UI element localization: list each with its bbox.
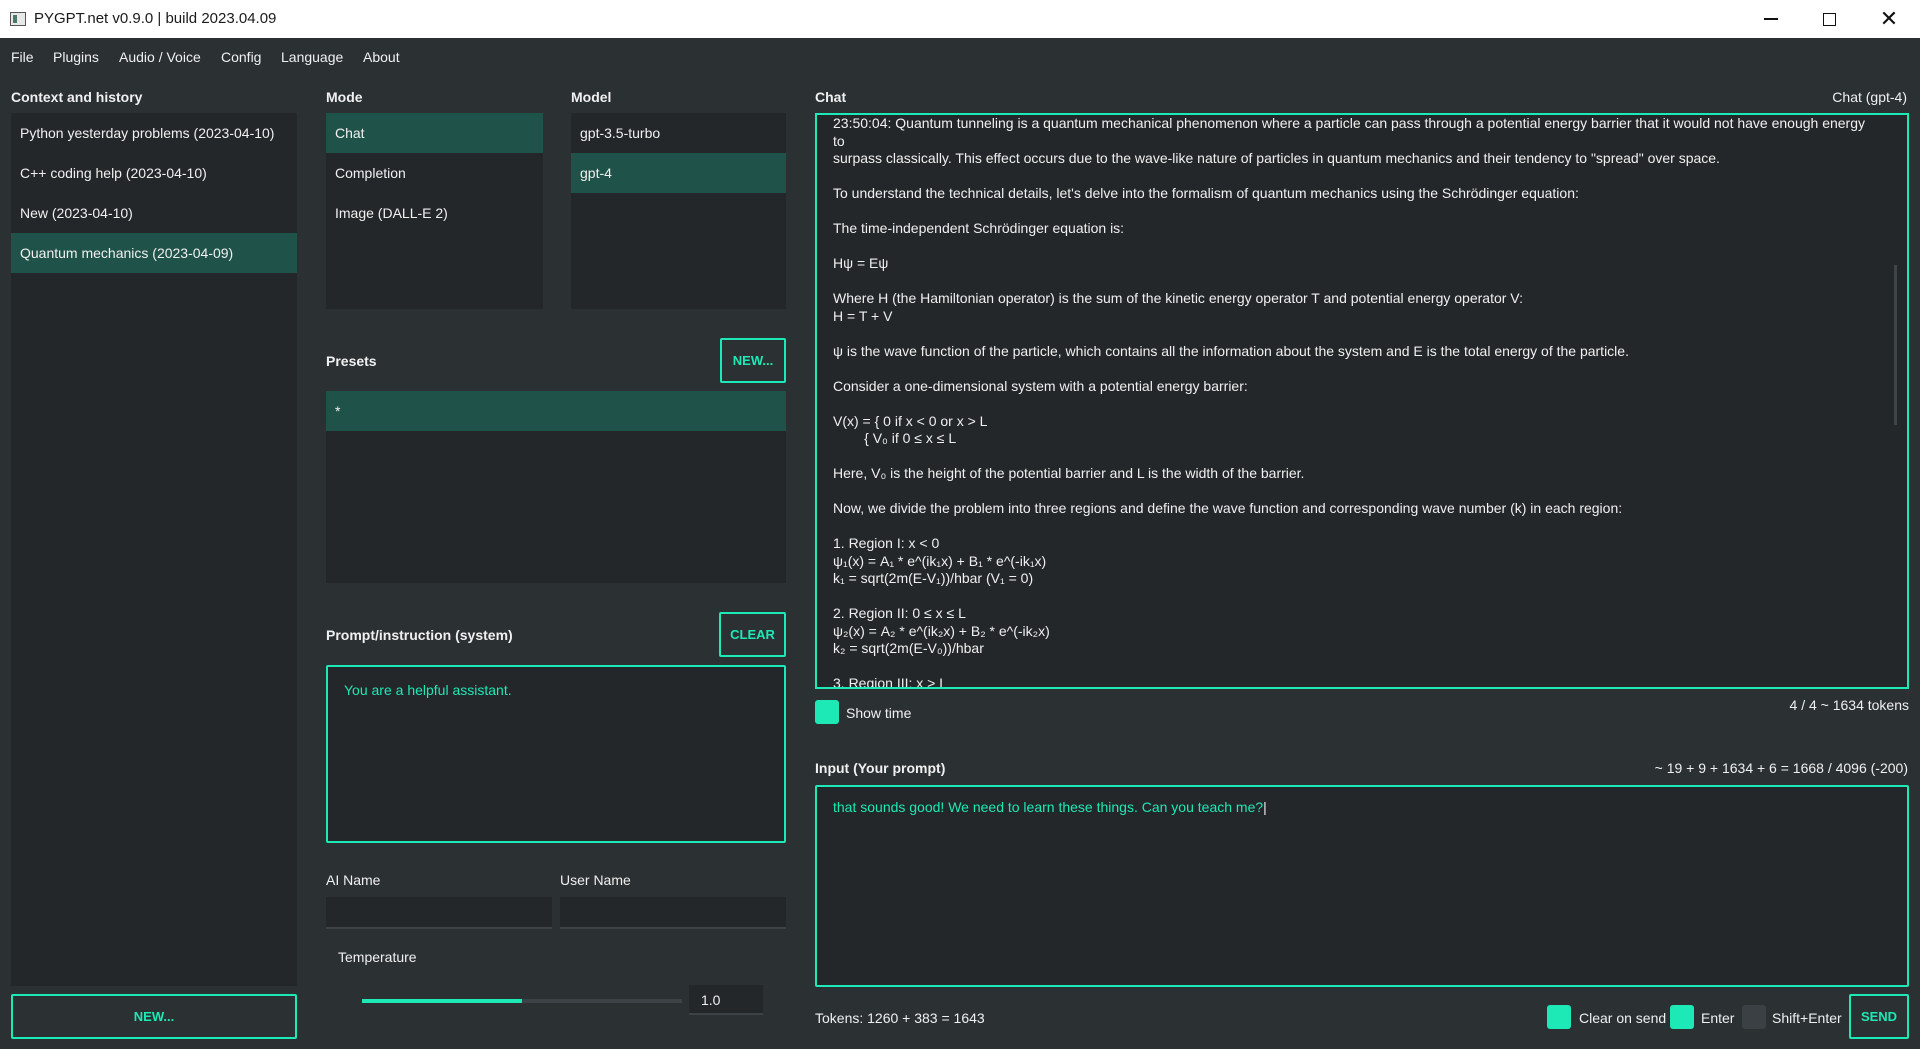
enter-checkbox[interactable] [1670, 1005, 1694, 1029]
menu-language[interactable]: Language [281, 49, 343, 65]
chat-paragraph: Now, we divide the problem into three re… [833, 500, 1623, 516]
shift-enter-label: Shift+Enter [1772, 1010, 1842, 1026]
show-time-checkbox[interactable] [815, 700, 839, 724]
shift-enter-checkbox[interactable] [1742, 1005, 1766, 1029]
chat-paragraph: The time-independent Schrödinger equatio… [833, 220, 1125, 236]
chat-paragraph: 3. Region III: x > L ψ₃(x) = A₃ * e^(ik₃… [833, 675, 948, 689]
model-label: Model [571, 89, 612, 105]
chat-paragraph: To understand the technical details, let… [833, 185, 1579, 201]
send-button[interactable]: SEND [1849, 994, 1909, 1039]
model-item-gpt4[interactable]: gpt-4 [571, 153, 786, 193]
show-time-label: Show time [846, 705, 912, 721]
ai-name-input[interactable] [326, 897, 552, 929]
chat-paragraph: Here, V₀ is the height of the potential … [833, 465, 1305, 481]
clear-on-send-checkbox[interactable] [1547, 1005, 1571, 1029]
chat-paragraph: Hψ = Eψ [833, 255, 889, 271]
menu-file[interactable]: File [11, 49, 34, 65]
maximize-button[interactable] [1800, 0, 1858, 38]
title-bar: PYGPT.net v0.9.0 | build 2023.04.09 ✕ [0, 0, 1920, 38]
input-label: Input (Your prompt) [815, 760, 946, 776]
system-prompt-field[interactable]: You are a helpful assistant. [326, 665, 786, 843]
tokens-summary: Tokens: 1260 + 383 = 1643 [815, 1010, 985, 1026]
minimize-button[interactable] [1742, 0, 1800, 38]
app-icon [10, 12, 26, 26]
chat-paragraph: V(x) = { 0 if x < 0 or x > L { V₀ if 0 ≤… [833, 412, 988, 447]
maximize-icon [1822, 12, 1836, 26]
menu-about[interactable]: About [363, 49, 400, 65]
context-item-selected[interactable]: Quantum mechanics (2023-04-09) [11, 233, 297, 273]
minimize-icon [1764, 18, 1778, 20]
model-item-gpt35[interactable]: gpt-3.5-turbo [571, 113, 786, 153]
user-name-input[interactable] [560, 897, 786, 929]
temperature-slider[interactable] [362, 999, 682, 1003]
presets-label: Presets [326, 353, 377, 369]
mode-item-chat[interactable]: Chat [326, 113, 543, 153]
chat-paragraph: 1. Region I: x < 0 ψ₁(x) = A₁ * e^(ik₁x)… [833, 535, 1047, 586]
close-button[interactable]: ✕ [1860, 0, 1918, 38]
text-cursor: | [1263, 799, 1267, 815]
clear-prompt-button[interactable]: CLEAR [719, 612, 786, 657]
context-item[interactable]: C++ coding help (2023-04-10) [11, 153, 297, 193]
chat-paragraph: 2. Region II: 0 ≤ x ≤ L ψ₂(x) = A₂ * e^(… [833, 605, 1050, 656]
close-icon: ✕ [1879, 6, 1899, 31]
user-input-field[interactable]: that sounds good! We need to learn these… [815, 785, 1909, 987]
context-item[interactable]: New (2023-04-10) [11, 193, 297, 233]
chat-paragraph: Where H (the Hamiltonian operator) is th… [833, 290, 1523, 324]
new-preset-button[interactable]: NEW... [720, 338, 786, 383]
model-list: gpt-3.5-turbo gpt-4 [571, 113, 786, 309]
preset-item[interactable]: * [326, 391, 786, 431]
context-item[interactable]: Python yesterday problems (2023-04-10) [11, 113, 297, 153]
chat-label: Chat [815, 89, 847, 105]
context-list: Python yesterday problems (2023-04-10) C… [11, 113, 297, 986]
mode-label: Mode [326, 89, 363, 105]
chat-mode-info: Chat (gpt-4) [1832, 89, 1907, 105]
input-token-calc: ~ 19 + 9 + 1634 + 6 = 1668 / 4096 (-200) [1654, 760, 1908, 776]
menu-bar: File Plugins Audio / Voice Config Langua… [0, 38, 1920, 76]
chat-paragraph: 23:50:04: Quantum tunneling is a quantum… [833, 115, 1866, 166]
prompt-label: Prompt/instruction (system) [326, 627, 513, 643]
clear-on-send-label: Clear on send [1579, 1010, 1667, 1026]
mode-item-completion[interactable]: Completion [326, 153, 543, 193]
mode-list: Chat Completion Image (DALL-E 2) [326, 113, 543, 309]
menu-config[interactable]: Config [221, 49, 261, 65]
menu-audio-voice[interactable]: Audio / Voice [119, 49, 201, 65]
system-prompt-text: You are a helpful assistant. [344, 682, 512, 698]
window-title: PYGPT.net v0.9.0 | build 2023.04.09 [34, 10, 277, 27]
user-input-text: that sounds good! We need to learn these… [817, 787, 1907, 827]
temperature-label: Temperature [338, 949, 417, 965]
chat-paragraph: ψ is the wave function of the particle, … [833, 342, 1629, 359]
chat-token-info: 4 / 4 ~ 1634 tokens [1789, 697, 1909, 713]
chat-messages: 23:50:04: Quantum tunneling is a quantum… [833, 115, 1873, 689]
user-input-value: that sounds good! We need to learn these… [833, 799, 1264, 815]
presets-list: * [326, 391, 786, 583]
chat-paragraph: Consider a one-dimensional system with a… [833, 377, 1248, 394]
temperature-value-input[interactable]: 1.0 [689, 985, 763, 1015]
user-name-label: User Name [560, 872, 631, 888]
chat-scrollbar[interactable] [1894, 265, 1897, 425]
ai-name-label: AI Name [326, 872, 381, 888]
temperature-slider-fill [362, 999, 522, 1003]
mode-item-image[interactable]: Image (DALL-E 2) [326, 193, 543, 233]
enter-label: Enter [1701, 1010, 1735, 1026]
context-label: Context and history [11, 89, 143, 105]
chat-output[interactable]: 23:50:04: Quantum tunneling is a quantum… [815, 113, 1909, 689]
new-context-button[interactable]: NEW... [11, 994, 297, 1039]
menu-plugins[interactable]: Plugins [53, 49, 99, 65]
